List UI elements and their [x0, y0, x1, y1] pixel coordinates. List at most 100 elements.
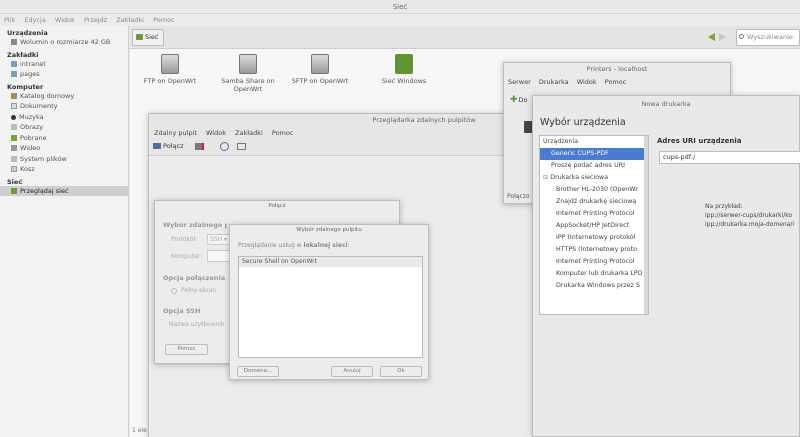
sidebar-item-intranet[interactable]: intranet	[0, 59, 128, 70]
server-icon	[311, 54, 329, 74]
sidebar-item-volume[interactable]: Wolumin o rozmiarze 42 GB	[0, 37, 128, 48]
forward-arrow-icon[interactable]	[719, 33, 726, 41]
folder-icon	[11, 71, 17, 77]
username-label: Nazwa użytkownik	[169, 321, 225, 328]
service-list[interactable]: Secure Shell on OpenWrt	[238, 256, 423, 358]
disconnect-icon[interactable]	[195, 143, 204, 150]
menu-printer[interactable]: Drukarka	[539, 78, 569, 86]
help-button[interactable]: Pomoc	[165, 344, 208, 355]
device-list[interactable]: Urządzenia Generic CUPS-PDF Proszę podać…	[539, 135, 649, 315]
menu-help[interactable]: Pomoc	[272, 129, 294, 137]
example-heading: Na przykład:	[705, 203, 743, 210]
server-icon	[239, 54, 257, 74]
uri-label: Adres URI urządzenia	[657, 137, 742, 145]
sidebar: Urządzenia Wolumin o rozmiarze 42 GB Zak…	[0, 26, 129, 437]
fullscreen-checkbox[interactable]	[171, 288, 177, 294]
menu-bookmarks[interactable]: Zakładki	[116, 16, 144, 24]
browse-info: Przeglądanie usług w lokalnej sieci:	[238, 242, 350, 249]
window-title: Sieć	[0, 0, 800, 14]
example-uri-1: ipp://serwer-cups/drukarki/ko	[705, 212, 793, 219]
protocol-label: Protokół:	[171, 236, 198, 243]
menubar: Plik Edycja Widok Przejdź Zakładki Pomoc	[0, 14, 800, 26]
ok-button[interactable]: Ok	[380, 366, 422, 377]
new-printer-title: Nowa drukarka	[641, 100, 691, 108]
list-item[interactable]: Secure Shell on OpenWrt	[239, 257, 422, 267]
device-item-enter-uri[interactable]: Proszę podać adres URI	[540, 160, 648, 172]
menu-edit[interactable]: Edycja	[24, 16, 45, 24]
menu-view[interactable]: Widok	[55, 16, 75, 24]
sidebar-item-browse-network[interactable]: Przeglądaj sieć	[0, 185, 128, 196]
share-ftp[interactable]: FTP on OpenWrt	[140, 54, 200, 85]
device-item-cups-pdf[interactable]: Generic CUPS-PDF	[540, 148, 648, 160]
sidebar-head-computer: Komputer	[7, 82, 44, 91]
back-arrow-icon[interactable]	[708, 33, 715, 41]
device-heading: Wybór urządzenia	[540, 117, 626, 128]
connect-button[interactable]: Połącz	[153, 142, 183, 150]
new-printer-window: Nowa drukarka Wybór urządzenia Urządzeni…	[532, 95, 800, 437]
device-group-network[interactable]: ⊟ Drukarka sieciowa	[540, 172, 648, 184]
protocol-select[interactable]: SSH ▾	[207, 234, 231, 245]
device-item-windows[interactable]: Drukarka Windows przez S	[540, 280, 648, 292]
sidebar-item-filesystem[interactable]: System plików	[0, 154, 128, 165]
menu-help[interactable]: Pomoc	[153, 16, 175, 24]
folder-icon	[11, 60, 17, 67]
sidebar-item-home[interactable]: Katalog domowy	[0, 91, 128, 102]
sidebar-item-trash[interactable]: Kosz	[0, 164, 128, 175]
menu-view[interactable]: Widok	[206, 129, 226, 137]
device-item-ipp-2[interactable]: Internet Printing Protocol	[540, 256, 648, 268]
add-printer-button[interactable]: ✚Do	[510, 95, 528, 105]
share-sftp[interactable]: SFTP on OpenWrt	[290, 54, 350, 85]
music-icon	[11, 114, 16, 120]
device-item-ipp[interactable]: Internet Printing Protocol	[540, 208, 648, 220]
menu-file[interactable]: Plik	[4, 16, 15, 24]
scrollbar[interactable]	[644, 136, 648, 314]
sidebar-item-pages[interactable]: pages	[0, 69, 128, 80]
search-field[interactable]: Wyszukiwanie	[736, 29, 800, 46]
cancel-button[interactable]: Anuluj	[331, 366, 373, 377]
device-item-brother[interactable]: Brother HL-2030 (OpenWr	[540, 184, 648, 196]
server-icon	[161, 54, 179, 74]
network-icon	[11, 187, 17, 194]
menu-view[interactable]: Widok	[577, 78, 597, 86]
download-icon	[11, 134, 17, 141]
menu-server[interactable]: Serwer	[508, 78, 531, 86]
filesystem-icon	[11, 155, 17, 162]
documents-icon	[11, 103, 17, 109]
menu-bookmarks[interactable]: Zakładki	[235, 129, 263, 137]
sidebar-item-documents[interactable]: Dokumenty	[0, 101, 128, 112]
location-button[interactable]: Sieć	[132, 29, 164, 46]
device-item-https[interactable]: HTTPS (Internetowy proto	[540, 244, 648, 256]
sidebar-head-bookmarks: Zakładki	[7, 50, 39, 59]
home-icon	[11, 92, 17, 99]
sidebar-item-music[interactable]: Muzyka	[0, 112, 128, 123]
section-heading: Wybór zdalnego pulpitu	[163, 221, 227, 229]
menu-remote-desktop[interactable]: Zdalny pulpit	[154, 129, 197, 137]
share-samba[interactable]: Samba Share on OpenWrt	[218, 54, 278, 93]
computer-input[interactable]	[207, 250, 231, 262]
sidebar-head-devices: Urządzenia	[7, 29, 48, 37]
device-item-lpd[interactable]: Komputer lub drukarka LPD	[540, 268, 648, 280]
device-item-find-network[interactable]: Znajdź drukarkę sieciową	[540, 196, 648, 208]
sidebar-item-pictures[interactable]: Obrazy	[0, 122, 128, 133]
sidebar-item-downloads[interactable]: Pobrane	[0, 133, 128, 144]
network-folder-icon	[136, 34, 143, 40]
ssh-heading: Opcja SSH	[163, 307, 201, 315]
domain-button[interactable]: Domena...	[237, 366, 279, 377]
screenshot-icon[interactable]	[237, 143, 246, 150]
sidebar-item-videos[interactable]: Wideo	[0, 143, 128, 154]
sidebar-head-network: Sieć	[7, 177, 23, 186]
uri-input[interactable]: cups-pdf:/	[659, 151, 800, 164]
search-icon	[739, 34, 744, 39]
fullscreen-icon[interactable]	[220, 142, 229, 151]
device-item-ipp-internet[interactable]: IPP (Internetowy protokół	[540, 232, 648, 244]
share-windows[interactable]: Sieć Windows	[374, 54, 434, 85]
drive-icon	[11, 39, 17, 45]
status-bar: 1 ele	[132, 427, 147, 434]
chevron-down-icon: ▾	[222, 236, 228, 243]
device-item-appsocket[interactable]: AppSocket/HP JetDirect	[540, 220, 648, 232]
select-remote-dialog: Wybór zdalnego pulpitu Przeglądanie usłu…	[229, 224, 429, 380]
menu-go[interactable]: Przejdź	[84, 16, 107, 24]
select-remote-dialog-title: Wybór zdalnego pulpitu	[296, 227, 362, 233]
network-folder-icon	[395, 54, 413, 74]
menu-help[interactable]: Pomoc	[605, 78, 627, 86]
